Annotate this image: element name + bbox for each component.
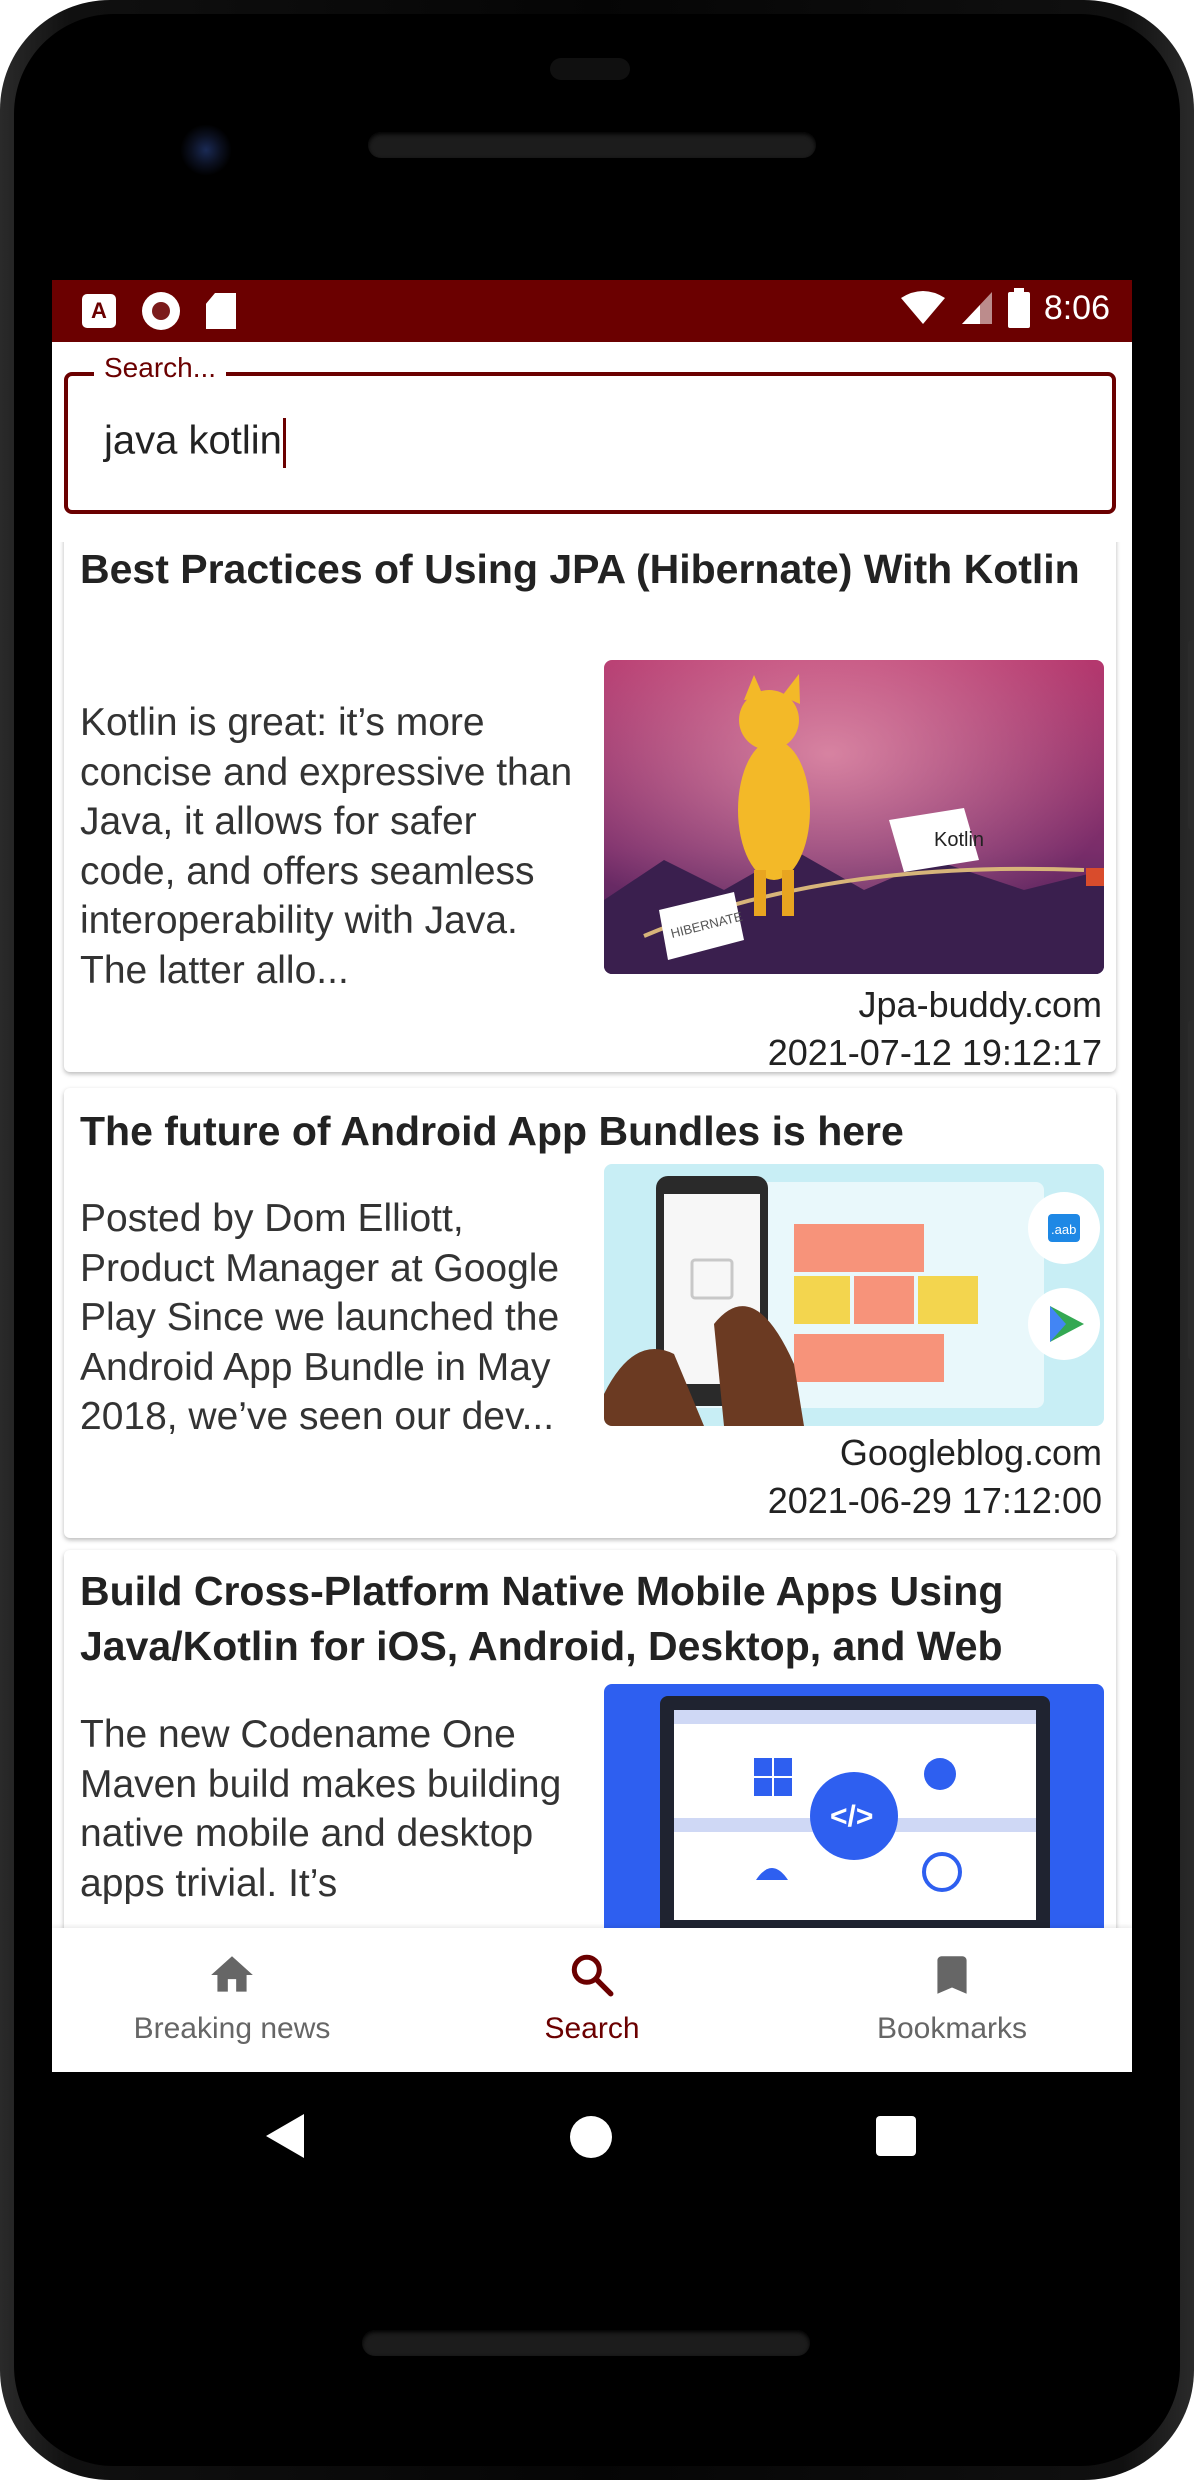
article-card[interactable]: The future of Android App Bundles is her… — [64, 1088, 1116, 1538]
article-source: Jpa-buddy.com — [858, 984, 1102, 1025]
article-list[interactable]: Best Practices of Using JPA (Hibernate) … — [52, 542, 1132, 1928]
recent-apps-icon[interactable] — [876, 2116, 916, 2156]
search-field[interactable]: Search... java kotlin — [64, 352, 1116, 514]
article-source: Googleblog.com — [839, 1432, 1102, 1473]
article-card[interactable]: Build Cross-Platform Native Mobile Apps … — [64, 1550, 1116, 1928]
bottom-navigation: Breaking news Search Bookmarks — [52, 1928, 1132, 2072]
volume-button — [1188, 1020, 1194, 1360]
sensor-slot — [550, 58, 630, 80]
article-card[interactable]: Best Practices of Using JPA (Hibernate) … — [64, 542, 1116, 1073]
earpiece-speaker — [368, 132, 816, 158]
nav-label: Bookmarks — [876, 2012, 1028, 2045]
nav-bookmarks[interactable]: Bookmarks — [772, 1928, 1132, 2072]
article-image: </> — [604, 1684, 1104, 1928]
app-screen: A 8:06 Search... java kotlin Best Practi… — [52, 280, 1132, 2072]
article-description: Kotlin is great: it’s more concise and e… — [80, 701, 573, 992]
article-description: Posted by Dom Elliott, Product Manager a… — [80, 1197, 560, 1438]
wifi-icon — [900, 291, 945, 324]
cell-signal-icon — [961, 292, 992, 324]
kotlin-flag-label: Kotlin — [934, 829, 984, 851]
search-input-value: java kotlin — [104, 418, 282, 463]
back-icon[interactable] — [266, 2114, 304, 2158]
nav-search[interactable]: Search — [412, 1928, 772, 2072]
article-title: Build Cross-Platform Native Mobile Apps … — [80, 1568, 1004, 1669]
svg-text:</>: </> — [830, 1800, 873, 1833]
text-caret — [282, 418, 286, 468]
power-button — [1188, 640, 1194, 830]
nav-breaking-news[interactable]: Breaking news — [52, 1928, 412, 2072]
home-button-icon[interactable] — [570, 2116, 612, 2158]
article-date: 2021-06-29 17:12:00 — [767, 1480, 1102, 1521]
nav-label: Search — [544, 2012, 640, 2045]
search-label: Search... — [94, 352, 227, 384]
article-title: The future of Android App Bundles is her… — [80, 1108, 904, 1154]
search-input[interactable]: java kotlin — [104, 418, 1004, 468]
status-bar: A 8:06 — [52, 280, 1132, 342]
home-icon — [211, 1956, 253, 1992]
accessibility-notification-icon: A — [82, 294, 116, 328]
bookmark-icon — [937, 1956, 967, 1994]
search-icon — [571, 1954, 614, 1997]
aab-badge-label: .aab — [1051, 1222, 1076, 1237]
record-notification-icon — [142, 292, 180, 330]
article-image: Kotlin HIBERNATE — [604, 660, 1104, 974]
article-date: 2021-07-12 19:12:17 — [767, 1032, 1102, 1073]
battery-icon — [1007, 288, 1030, 328]
article-title: Best Practices of Using JPA (Hibernate) … — [80, 546, 1080, 592]
bottom-speaker — [362, 2330, 810, 2356]
sd-card-icon — [206, 293, 236, 329]
nav-label: Breaking news — [133, 2012, 331, 2045]
status-time: 8:06 — [1043, 288, 1110, 327]
front-camera — [180, 124, 232, 176]
article-description: The new Codename One Maven build makes b… — [80, 1713, 562, 1905]
article-image: .aab — [604, 1164, 1104, 1426]
